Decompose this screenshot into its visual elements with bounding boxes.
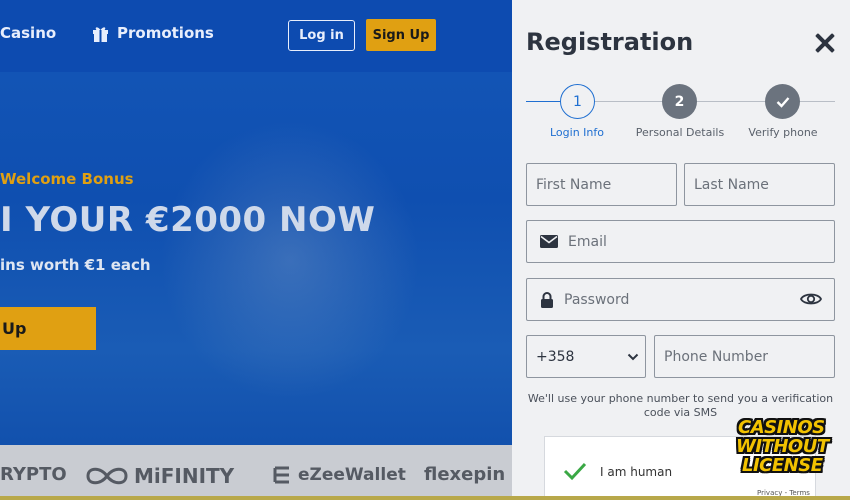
phone-hint-text: We'll use your phone number to send you … (527, 392, 834, 419)
ezeewallet-icon (273, 466, 289, 484)
last-name-input[interactable] (694, 164, 834, 205)
registration-title: Registration (526, 28, 694, 56)
email-field[interactable] (526, 220, 835, 263)
last-name-field[interactable] (684, 163, 835, 206)
email-input[interactable] (568, 221, 834, 262)
captcha-label: I am human (600, 465, 673, 479)
country-code-select[interactable]: +358 (526, 335, 646, 378)
gift-icon (93, 26, 108, 42)
payment-crypto-logo: RYPTO (0, 464, 67, 485)
hero-background (0, 0, 512, 500)
welcome-bonus-label: Welcome Bonus (0, 170, 134, 188)
hero-signup-button[interactable]: Up (0, 307, 96, 350)
hero-title: I YOUR €2000 NOW (0, 200, 376, 240)
captcha-checkmark-icon (563, 462, 587, 481)
password-input[interactable] (564, 279, 784, 320)
payment-mifinity-logo: MiFINITY (84, 464, 234, 488)
chevron-down-icon (627, 353, 639, 360)
signup-button[interactable]: Sign Up (366, 19, 436, 51)
watermark-line-2: WITHOUT (736, 436, 829, 457)
step-1-label: Login Info (550, 126, 604, 139)
payment-mifinity-label: MiFINITY (134, 464, 235, 488)
lock-icon (541, 291, 553, 308)
step-3-indicator (765, 84, 800, 119)
step-3-label: Verify phone (748, 126, 818, 139)
infinity-icon (86, 467, 128, 485)
eye-icon[interactable] (800, 291, 822, 307)
hero-subtitle: ins worth €1 each (0, 256, 151, 274)
bottom-strip (0, 496, 850, 500)
first-name-input[interactable] (536, 164, 676, 205)
payment-flexepin-logo: flexepin (424, 464, 506, 485)
envelope-icon (540, 235, 558, 248)
watermark-line-3: LICENSE (742, 455, 823, 476)
checkmark-icon (776, 96, 789, 108)
first-name-field[interactable] (526, 163, 677, 206)
watermark-line-1: CASINOS (738, 417, 825, 438)
nav-promotions-link[interactable]: Promotions (92, 24, 214, 42)
country-code-value: +358 (536, 348, 575, 365)
step-1-indicator: 1 (560, 84, 595, 119)
close-icon[interactable] (812, 30, 838, 56)
phone-number-input[interactable] (664, 336, 834, 377)
login-button[interactable]: Log in (288, 20, 355, 51)
password-field[interactable] (526, 278, 835, 321)
hero-background-image (160, 120, 420, 400)
nav-casino-link[interactable]: Casino (0, 24, 56, 42)
phone-number-field[interactable] (654, 335, 835, 378)
payment-ezeewallet-label: eZeeWallet (298, 465, 406, 485)
payment-ezeewallet-logo: eZeeWallet (272, 464, 406, 486)
step-2-label: Personal Details (635, 126, 725, 139)
nav-promotions-label: Promotions (117, 24, 214, 42)
watermark-logo: CASINOS WITHOUT LICENSE (734, 418, 842, 484)
step-2-indicator: 2 (662, 84, 697, 119)
